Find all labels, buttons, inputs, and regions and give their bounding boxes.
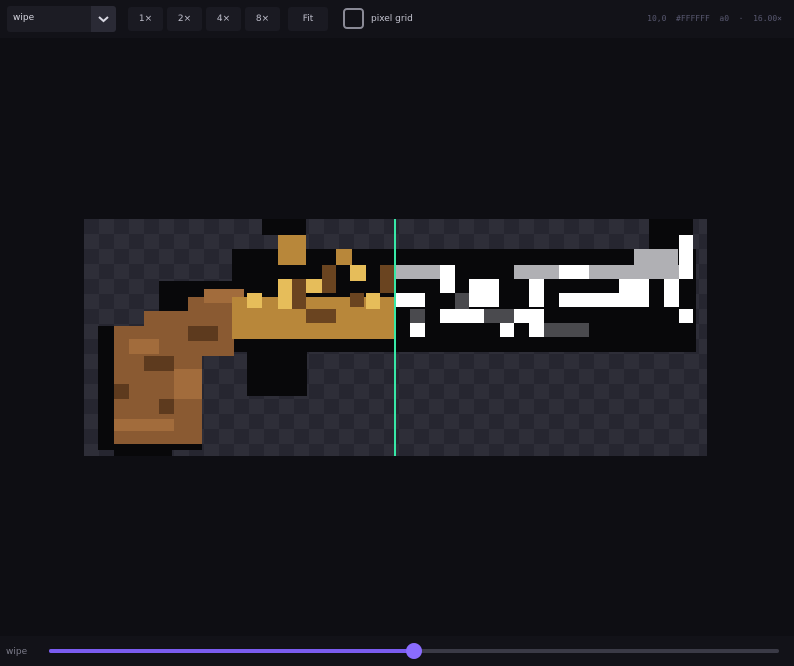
wipe-slider-fill — [49, 649, 414, 653]
sprite-image — [98, 219, 696, 456]
zoom-8x-button[interactable]: 8× — [245, 7, 280, 31]
mode-select[interactable]: wipe — [7, 6, 116, 32]
wipe-slider-thumb[interactable] — [406, 643, 422, 659]
pixel-grid-checkbox[interactable] — [343, 8, 364, 29]
zoom-4x-button[interactable]: 4× — [206, 7, 241, 31]
zoom-2x-button[interactable]: 2× — [167, 7, 202, 31]
zoom-fit-button[interactable]: Fit — [288, 7, 328, 31]
cursor-status-readout: 10,0 #FFFFFF a0 · 16.00× — [647, 14, 782, 23]
top-toolbar: wipe 1× 2× 4× 8× Fit pixel grid 10,0 #FF… — [0, 0, 794, 38]
wipe-slider-label: wipe — [6, 647, 28, 657]
zoom-1x-button[interactable]: 1× — [128, 7, 163, 31]
wipe-slider[interactable] — [49, 643, 779, 659]
wipe-divider-line[interactable] — [394, 219, 396, 456]
mode-select-value: wipe — [13, 13, 35, 23]
chevron-down-icon[interactable] — [91, 6, 116, 32]
pixel-grid-label: pixel grid — [371, 14, 413, 24]
sprite-canvas[interactable] — [84, 219, 707, 456]
